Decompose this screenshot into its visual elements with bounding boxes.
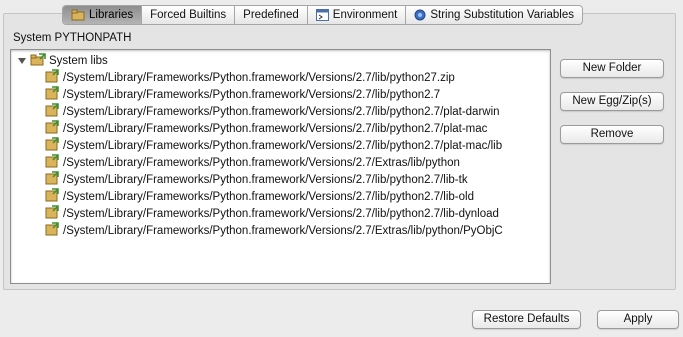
tree-root[interactable]: System libs bbox=[17, 52, 108, 69]
library-path-icon bbox=[45, 103, 59, 120]
path-label: /System/Library/Frameworks/Python.framew… bbox=[63, 105, 500, 118]
libs-folder-icon bbox=[30, 52, 46, 69]
disclosure-triangle-icon[interactable] bbox=[17, 56, 27, 66]
tree-root-label: System libs bbox=[49, 54, 108, 67]
tab-predefined[interactable]: Predefined bbox=[234, 6, 307, 24]
section-label: System PYTHONPATH bbox=[13, 32, 132, 44]
libraries-icon bbox=[71, 9, 85, 21]
path-row[interactable]: /System/Library/Frameworks/Python.framew… bbox=[45, 103, 503, 120]
path-row[interactable]: /System/Library/Frameworks/Python.framew… bbox=[45, 222, 503, 239]
path-label: /System/Library/Frameworks/Python.framew… bbox=[63, 156, 460, 169]
new-folder-button[interactable]: New Folder bbox=[560, 59, 664, 78]
library-path-icon bbox=[45, 171, 59, 188]
tab-string-substitution-variables[interactable]: String Substitution Variables bbox=[405, 6, 582, 24]
path-row[interactable]: /System/Library/Frameworks/Python.framew… bbox=[45, 171, 503, 188]
new-egg-zip-button[interactable]: New Egg/Zip(s) bbox=[560, 92, 664, 111]
library-path-icon bbox=[45, 154, 59, 171]
library-path-icon bbox=[45, 69, 59, 86]
path-row[interactable]: /System/Library/Frameworks/Python.framew… bbox=[45, 205, 503, 222]
path-label: /System/Library/Frameworks/Python.framew… bbox=[63, 139, 503, 152]
tab-libraries[interactable]: Libraries bbox=[63, 6, 142, 24]
path-row[interactable]: /System/Library/Frameworks/Python.framew… bbox=[45, 120, 503, 137]
library-path-icon bbox=[45, 86, 59, 103]
apply-button[interactable]: Apply bbox=[597, 310, 679, 329]
environment-icon bbox=[315, 9, 329, 21]
tab-label: Predefined bbox=[243, 9, 299, 21]
path-row[interactable]: /System/Library/Frameworks/Python.framew… bbox=[45, 188, 503, 205]
library-path-icon bbox=[45, 205, 59, 222]
library-path-icon bbox=[45, 222, 59, 239]
path-label: /System/Library/Frameworks/Python.framew… bbox=[63, 224, 503, 237]
path-label: /System/Library/Frameworks/Python.framew… bbox=[63, 190, 474, 203]
library-path-icon bbox=[45, 137, 59, 154]
remove-button[interactable]: Remove bbox=[560, 125, 664, 144]
path-row[interactable]: /System/Library/Frameworks/Python.framew… bbox=[45, 69, 503, 86]
pythonpath-tree[interactable]: System libs /System/Library/Frameworks/P… bbox=[10, 49, 551, 284]
tab-bar: Libraries Forced Builtins Predefined Env… bbox=[62, 5, 583, 25]
path-label: /System/Library/Frameworks/Python.framew… bbox=[63, 122, 488, 135]
path-label: /System/Library/Frameworks/Python.framew… bbox=[63, 207, 499, 220]
path-label: /System/Library/Frameworks/Python.framew… bbox=[63, 173, 468, 186]
tab-forced-builtins[interactable]: Forced Builtins bbox=[141, 6, 234, 24]
path-row[interactable]: /System/Library/Frameworks/Python.framew… bbox=[45, 154, 503, 171]
path-row[interactable]: /System/Library/Frameworks/Python.framew… bbox=[45, 137, 503, 154]
tab-label: Forced Builtins bbox=[150, 9, 227, 21]
path-list: /System/Library/Frameworks/Python.framew… bbox=[45, 69, 503, 239]
path-label: /System/Library/Frameworks/Python.framew… bbox=[63, 71, 455, 84]
restore-defaults-button[interactable]: Restore Defaults bbox=[472, 310, 581, 329]
tab-environment[interactable]: Environment bbox=[306, 6, 406, 24]
tab-label: String Substitution Variables bbox=[430, 9, 574, 21]
library-path-icon bbox=[45, 120, 59, 137]
path-label: /System/Library/Frameworks/Python.framew… bbox=[63, 88, 441, 101]
tab-label: Environment bbox=[332, 9, 398, 21]
tab-label: Libraries bbox=[89, 9, 134, 21]
variables-icon bbox=[414, 9, 426, 21]
path-row[interactable]: /System/Library/Frameworks/Python.framew… bbox=[45, 86, 503, 103]
library-path-icon bbox=[45, 188, 59, 205]
